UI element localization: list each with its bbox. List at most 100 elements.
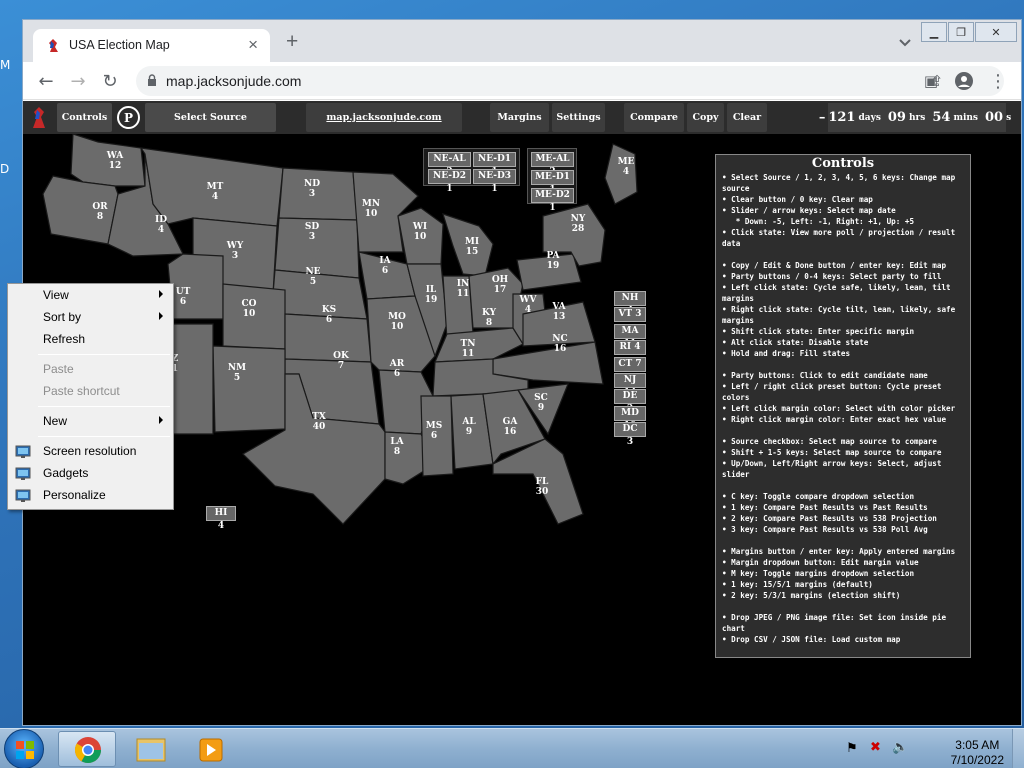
forward-arrow-icon[interactable]: → bbox=[67, 70, 89, 92]
clear-button[interactable]: Clear bbox=[727, 103, 767, 132]
state-label-tn: TN bbox=[461, 339, 476, 349]
state-box-md[interactable]: MD 10 bbox=[614, 405, 646, 431]
close-tab-icon[interactable]: × bbox=[248, 35, 258, 55]
state-label-sc: SC bbox=[534, 393, 548, 403]
settings-button[interactable]: Settings bbox=[552, 103, 605, 132]
countdown-seconds-unit: s bbox=[1006, 112, 1012, 123]
select-source-button[interactable]: Select Source bbox=[145, 103, 276, 132]
state-box-ma[interactable]: MA 11 bbox=[614, 323, 646, 349]
back-arrow-icon[interactable]: ← bbox=[35, 70, 57, 92]
state-ev-ms: 6 bbox=[431, 431, 437, 441]
media-player-icon bbox=[199, 738, 223, 762]
profile-icon[interactable] bbox=[953, 70, 975, 92]
state-box-nj[interactable]: NJ 14 bbox=[614, 373, 646, 398]
site-link[interactable]: map.jacksonjude.com bbox=[306, 103, 462, 132]
controls-instructions: • Select Source / 1, 2, 3, 4, 5, 6 keys:… bbox=[722, 172, 964, 645]
controls-spacer bbox=[722, 249, 964, 260]
browser-menu-icon[interactable]: ⋮ bbox=[987, 70, 1009, 92]
state-label-me: ME bbox=[618, 157, 635, 167]
margins-button[interactable]: Margins bbox=[490, 103, 549, 132]
state-label-pa: PA bbox=[546, 251, 560, 261]
state-box-nh[interactable]: NH 4 bbox=[614, 291, 646, 316]
menu-item-new[interactable]: New bbox=[10, 411, 171, 433]
countdown-days: 121 bbox=[828, 110, 856, 125]
menu-item-label: Refresh bbox=[43, 332, 86, 346]
state-box-ct[interactable]: CT 7 bbox=[614, 356, 646, 372]
clock[interactable]: 3:05 AM 7/10/2022 bbox=[951, 738, 1004, 768]
state-label-mt: MT bbox=[207, 182, 224, 192]
menu-item-refresh[interactable]: Refresh bbox=[10, 329, 171, 351]
district-box-me-d1[interactable]: ME-D1 1 bbox=[531, 170, 574, 195]
menu-item-gadgets[interactable]: Gadgets bbox=[10, 463, 171, 485]
taskbar: ⚑ ✖ 🔈 3:05 AM 7/10/2022 bbox=[0, 728, 1024, 768]
chevron-down-icon[interactable] bbox=[897, 34, 913, 50]
close-window-icon[interactable]: ✕ bbox=[975, 22, 1017, 42]
state-box-hi[interactable]: HI 4 bbox=[206, 506, 236, 531]
restore-icon[interactable]: ❐ bbox=[948, 22, 974, 42]
taskbar-media-player[interactable] bbox=[182, 731, 240, 767]
countdown-minutes: 54 bbox=[932, 110, 951, 125]
district-box-me-al[interactable]: ME-AL 2 bbox=[531, 152, 574, 177]
state-nm[interactable] bbox=[212, 345, 286, 433]
controls-line: • 1 key: 15/5/1 margins (default) bbox=[722, 580, 873, 589]
side-panel-icon[interactable]: ▣ bbox=[920, 70, 942, 92]
tab-usa-election-map[interactable]: USA Election Map × bbox=[33, 29, 270, 62]
site-logo-icon[interactable] bbox=[31, 106, 47, 130]
menu-item-personalize[interactable]: Personalize bbox=[10, 485, 171, 507]
state-label-ny: NY bbox=[571, 214, 586, 224]
state-box-vt[interactable]: VT 3 bbox=[614, 307, 646, 323]
controls-line: • Margins button / enter key: Apply ente… bbox=[722, 547, 956, 556]
state-box-dc[interactable]: DC 3 bbox=[614, 422, 646, 447]
desktop-icon-label-fragment: M bbox=[0, 58, 11, 72]
controls-line: • Left click state: Cycle safe, likely, … bbox=[722, 283, 956, 303]
menu-item-paste-shortcut[interactable]: Paste shortcut bbox=[10, 381, 171, 403]
system-tray: ⚑ ✖ 🔈 3:05 AM 7/10/2022 bbox=[846, 733, 1016, 768]
show-desktop-button[interactable] bbox=[1012, 729, 1024, 768]
state-ev-wi: 10 bbox=[414, 232, 427, 242]
menu-item-view[interactable]: View bbox=[10, 285, 171, 307]
state-nd[interactable] bbox=[278, 167, 358, 221]
state-ev-tn: 11 bbox=[462, 349, 475, 359]
district-box-ne-al[interactable]: NE-AL 2 bbox=[428, 152, 471, 177]
minimize-icon[interactable]: ▁ bbox=[921, 22, 947, 42]
volume-icon[interactable]: 🔈 bbox=[892, 739, 908, 755]
compare-button[interactable]: Compare bbox=[624, 103, 684, 132]
start-button[interactable] bbox=[4, 729, 44, 768]
state-label-mi: MI bbox=[465, 237, 479, 247]
state-label-ne: NE bbox=[305, 267, 320, 277]
state-label-nc: NC bbox=[552, 334, 567, 344]
address-bar[interactable]: map.jacksonjude.com ⇪ ☆ bbox=[136, 66, 1004, 96]
menu-item-paste[interactable]: Paste bbox=[10, 359, 171, 381]
lock-icon[interactable] bbox=[147, 74, 157, 87]
state-ev-mi: 15 bbox=[466, 247, 479, 257]
menu-item-screen-resolution[interactable]: Screen resolution bbox=[10, 441, 171, 463]
state-ev-or: 8 bbox=[97, 212, 103, 222]
network-icon[interactable]: ✖ bbox=[870, 739, 881, 755]
new-tab-button[interactable]: + bbox=[286, 31, 298, 52]
state-label-ky: KY bbox=[482, 308, 497, 318]
menu-item-sort-by[interactable]: Sort by bbox=[10, 307, 171, 329]
state-box-de[interactable]: DE 3 bbox=[614, 389, 646, 414]
copy-button[interactable]: Copy bbox=[687, 103, 724, 132]
controls-line: • Right click margin color: Enter exact … bbox=[722, 415, 947, 424]
p-button[interactable]: P bbox=[117, 106, 140, 129]
state-ev-ky: 8 bbox=[486, 318, 492, 328]
controls-button[interactable]: Controls bbox=[57, 103, 112, 132]
state-me[interactable] bbox=[604, 143, 638, 205]
state-ev-id: 4 bbox=[158, 225, 164, 235]
state-label-la: LA bbox=[390, 437, 404, 447]
state-box-ri[interactable]: RI 4 bbox=[614, 340, 646, 356]
state-ev-la: 8 bbox=[394, 447, 400, 457]
action-center-icon[interactable]: ⚑ bbox=[846, 740, 858, 756]
taskbar-explorer[interactable] bbox=[122, 731, 180, 767]
state-ev-fl: 30 bbox=[536, 487, 549, 497]
reload-icon[interactable]: ↻ bbox=[99, 70, 121, 92]
district-box-ne-d2[interactable]: NE-D2 1 bbox=[428, 169, 471, 194]
state-ne[interactable] bbox=[272, 269, 368, 320]
district-box-ne-d3[interactable]: NE-D3 1 bbox=[473, 169, 516, 194]
state-label-in: IN bbox=[457, 279, 469, 289]
state-ev-wa: 12 bbox=[109, 161, 122, 171]
taskbar-chrome[interactable] bbox=[58, 731, 116, 767]
district-box-ne-d1[interactable]: NE-D1 1 bbox=[473, 152, 516, 177]
district-box-me-d2[interactable]: ME-D2 1 bbox=[531, 188, 574, 213]
